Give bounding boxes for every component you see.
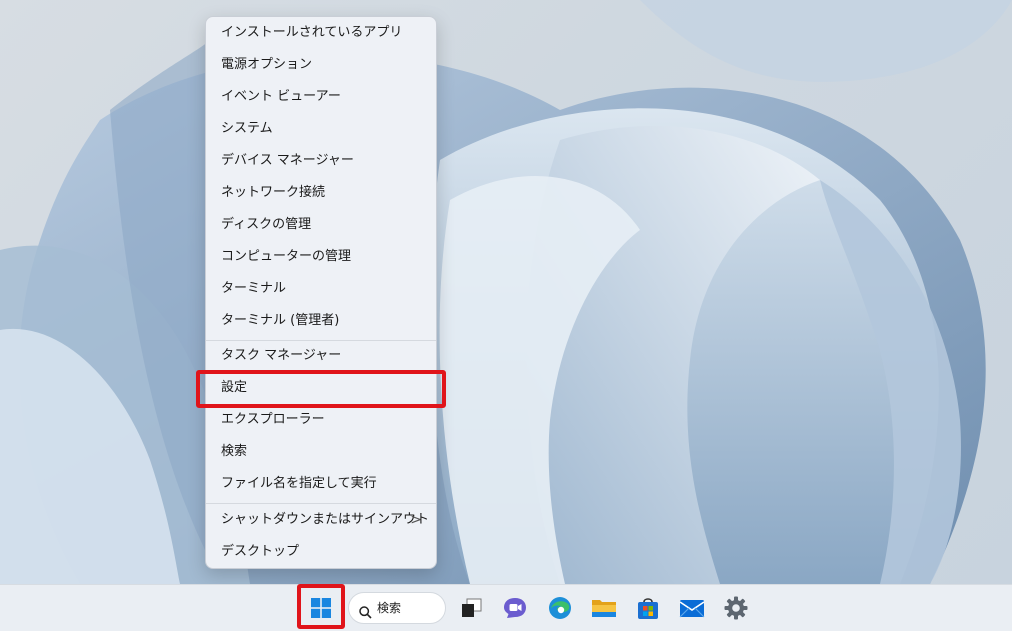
- microsoft-store-icon[interactable]: [633, 593, 663, 623]
- menu-item-terminal[interactable]: ターミナル: [206, 273, 436, 305]
- menu-item-terminal-admin[interactable]: ターミナル (管理者): [206, 305, 436, 337]
- menu-item-event-viewer[interactable]: イベント ビューアー: [206, 81, 436, 113]
- menu-item-computer-management[interactable]: コンピューターの管理: [206, 241, 436, 273]
- menu-item-shutdown-signout[interactable]: シャットダウンまたはサインアウト >: [206, 504, 436, 536]
- menu-item-task-manager[interactable]: タスク マネージャー: [206, 340, 436, 372]
- taskbar-search-box[interactable]: 検索: [348, 592, 446, 624]
- menu-item-search[interactable]: 検索: [206, 436, 436, 468]
- menu-item-network-connections[interactable]: ネットワーク接続: [206, 177, 436, 209]
- edge-icon[interactable]: [545, 593, 575, 623]
- highlight-box-settings: [196, 370, 446, 408]
- menu-item-label: シャットダウンまたはサインアウト: [221, 512, 430, 527]
- chevron-right-icon: >: [410, 512, 422, 528]
- mail-icon[interactable]: [677, 593, 707, 623]
- bloom-wallpaper: [0, 0, 1012, 584]
- search-label: 検索: [377, 601, 402, 615]
- taskbar: 検索: [0, 584, 1012, 631]
- menu-item-run[interactable]: ファイル名を指定して実行: [206, 468, 436, 500]
- menu-item-system[interactable]: システム: [206, 113, 436, 145]
- teams-chat-icon[interactable]: [500, 593, 530, 623]
- menu-item-device-manager[interactable]: デバイス マネージャー: [206, 145, 436, 177]
- menu-item-disk-management[interactable]: ディスクの管理: [206, 209, 436, 241]
- menu-item-desktop[interactable]: デスクトップ: [206, 536, 436, 568]
- search-icon: [359, 600, 372, 630]
- menu-item-power-options[interactable]: 電源オプション: [206, 49, 436, 81]
- menu-item-file-explorer[interactable]: エクスプローラー: [206, 404, 436, 436]
- menu-item-installed-apps[interactable]: インストールされているアプリ: [206, 17, 436, 49]
- task-view-icon[interactable]: [456, 593, 486, 623]
- file-explorer-icon[interactable]: [589, 593, 619, 623]
- highlight-box-start: [297, 584, 345, 629]
- desktop: [0, 0, 1012, 584]
- settings-gear-icon[interactable]: [721, 593, 751, 623]
- winx-context-menu: インストールされているアプリ 電源オプション イベント ビューアー システム デ…: [205, 16, 437, 569]
